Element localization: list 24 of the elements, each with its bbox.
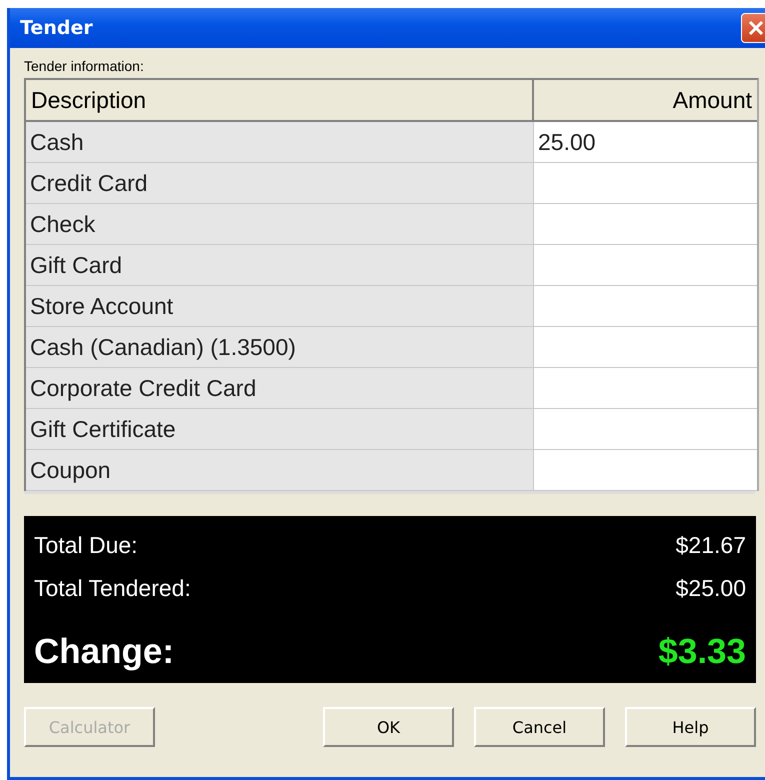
table-cell: Cash (26, 122, 534, 163)
total-due-label: Total Due: (34, 532, 138, 559)
table-cell: Check (26, 204, 534, 245)
total-due-value: $21.67 (676, 532, 746, 559)
table-cell: Cash (Canadian) (1.3500) (26, 327, 534, 368)
column-header[interactable]: Description (26, 80, 534, 120)
table-cell: Credit Card (26, 163, 534, 204)
table-cell: Gift Card (26, 245, 534, 286)
table-cell: Corporate Credit Card (26, 368, 534, 409)
total-tendered-value: $25.00 (676, 575, 746, 602)
section-label: Tender information: (24, 58, 145, 76)
dialog-button[interactable]: OK (323, 707, 454, 747)
close-icon (748, 20, 764, 36)
dialog-button[interactable]: Cancel (474, 707, 605, 747)
window-title: Tender (20, 17, 93, 39)
close-button[interactable] (741, 13, 765, 43)
column-header[interactable]: Amount (534, 80, 757, 120)
dialog-button[interactable]: Help (625, 707, 756, 747)
table-cell: Store Account (26, 286, 534, 327)
total-tendered-label: Total Tendered: (34, 575, 191, 602)
change-value: $3.33 (658, 632, 746, 672)
table-cell: Coupon (26, 450, 534, 491)
change-label: Change: (34, 632, 174, 672)
table-cell: Gift Certificate (26, 409, 534, 450)
